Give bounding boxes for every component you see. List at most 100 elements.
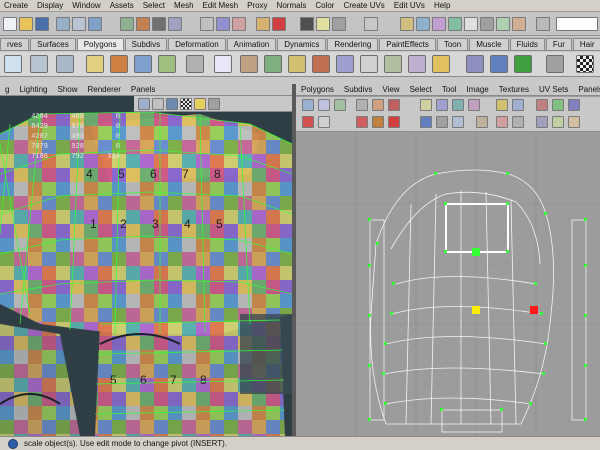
tool-icon[interactable] [400,17,414,31]
menu-window[interactable]: Window [68,0,105,11]
menu-tool[interactable]: Tool [437,84,462,95]
uv-tool-icon[interactable] [356,99,368,111]
tab-animation[interactable]: Animation [226,38,277,50]
uv-tool-icon[interactable] [568,116,580,128]
tool-icon[interactable] [448,17,462,31]
menu-mesh[interactable]: Mesh [170,0,199,11]
uv-canvas[interactable] [296,84,600,436]
tab-fluids[interactable]: Fluids [509,38,545,50]
uv-tool-icon[interactable] [536,116,548,128]
uv-tool-icon[interactable] [302,116,314,128]
tool-icon[interactable] [416,17,430,31]
menu-normals[interactable]: Normals [273,0,312,11]
menu-create[interactable]: Create [0,0,33,11]
menu-edit-mesh[interactable]: Edit Mesh [199,0,244,11]
pick-mask-icon[interactable] [232,17,246,31]
uv-tool-icon[interactable] [512,116,524,128]
uv-tool-icon[interactable] [452,99,464,111]
ipr-render-icon[interactable] [316,17,330,31]
menu-show[interactable]: Show [52,84,82,95]
poly-cube-icon[interactable] [30,55,48,73]
uv-tool-icon[interactable] [496,116,508,128]
select-object-icon[interactable] [72,17,86,31]
save-scene-icon[interactable] [35,17,49,31]
tool-icon[interactable] [432,17,446,31]
menu-select[interactable]: Select [405,84,437,95]
menu-renderer[interactable]: Renderer [83,84,126,95]
menu-edit-uvs[interactable]: Edit UVs [390,0,430,11]
uv-point-selected[interactable] [472,248,480,256]
transform-icon[interactable] [134,55,152,73]
smooth-icon[interactable] [312,55,330,73]
tool-icon[interactable] [480,17,494,31]
menu-select[interactable]: Select [139,0,170,11]
menu-panels[interactable]: Panels [573,84,600,95]
uv-tool-icon[interactable] [552,99,564,111]
input-output-icon[interactable] [364,17,378,31]
uv-tool-icon[interactable] [514,55,532,73]
uv-tool-icon[interactable] [372,99,384,111]
uv-tool-icon[interactable] [432,55,450,73]
uv-tool-icon[interactable] [436,99,448,111]
snap-surface-icon[interactable] [168,17,182,31]
uv-tool-icon[interactable] [466,55,484,73]
menu-textures[interactable]: Textures [494,84,534,95]
tab-polygons[interactable]: Polygons [76,38,124,50]
transform-icon[interactable] [86,55,104,73]
uv-point-red[interactable] [530,306,538,314]
select-hierarchy-icon[interactable] [56,17,70,31]
menu-panels[interactable]: Panels [126,84,160,95]
uv-tool-icon[interactable] [536,99,548,111]
uv-tool-icon[interactable] [490,55,508,73]
menu-lighting[interactable]: Lighting [14,84,52,95]
uv-tool-icon[interactable] [436,116,448,128]
light-icon[interactable] [194,98,206,110]
extrude-icon[interactable] [186,55,204,73]
menu-help[interactable]: Help [430,0,455,11]
split-icon[interactable] [288,55,306,73]
uv-point-yellow[interactable] [472,306,480,314]
merge-icon[interactable] [264,55,282,73]
uv-tool-icon[interactable] [360,55,378,73]
tab-toon[interactable]: Toon [436,38,469,50]
uv-tool-icon[interactable] [420,99,432,111]
snap-point-icon[interactable] [152,17,166,31]
uv-tool-icon[interactable] [568,99,580,111]
transform-icon[interactable] [158,55,176,73]
lock-icon[interactable] [256,17,270,31]
tab-subdivs[interactable]: Subdivs [124,38,168,50]
menu-polygons[interactable]: Polygons [296,84,339,95]
poly-sphere-icon[interactable] [4,55,22,73]
tool-icon[interactable] [464,17,478,31]
uv-tool-icon[interactable] [388,99,400,111]
tab-muscle[interactable]: Muscle [469,38,509,50]
checker-icon[interactable] [576,55,594,73]
wireframe-cube-icon[interactable] [214,55,232,73]
tool-icon[interactable] [496,17,510,31]
tab-surfaces[interactable]: Surfaces [30,38,76,50]
menu-display[interactable]: Display [33,0,68,11]
camera-icon[interactable] [138,98,150,110]
uv-tool-icon[interactable] [512,99,524,111]
poly-cylinder-icon[interactable] [56,55,74,73]
uv-tool-icon[interactable] [420,116,432,128]
uv-tool-icon[interactable] [372,116,384,128]
snap-curve-icon[interactable] [136,17,150,31]
uv-tool-icon[interactable] [546,55,564,73]
shaded-icon[interactable] [166,98,178,110]
render-icon[interactable] [300,17,314,31]
uv-tool-icon[interactable] [384,55,402,73]
light-icon[interactable] [208,98,220,110]
uv-tool-icon[interactable] [496,99,508,111]
menu-subdivs[interactable]: Subdivs [339,84,377,95]
menu-color[interactable]: Color [311,0,339,11]
wireframe-icon[interactable] [152,98,164,110]
uv-tool-icon[interactable] [318,116,330,128]
menu-create-uvs[interactable]: Create UVs [339,0,389,11]
uv-tool-icon[interactable] [302,99,314,111]
pick-mask-icon[interactable] [216,17,230,31]
input-field[interactable] [556,17,598,31]
render-settings-icon[interactable] [332,17,346,31]
uv-texture-editor[interactable] [296,84,600,436]
uv-tool-icon[interactable] [408,55,426,73]
